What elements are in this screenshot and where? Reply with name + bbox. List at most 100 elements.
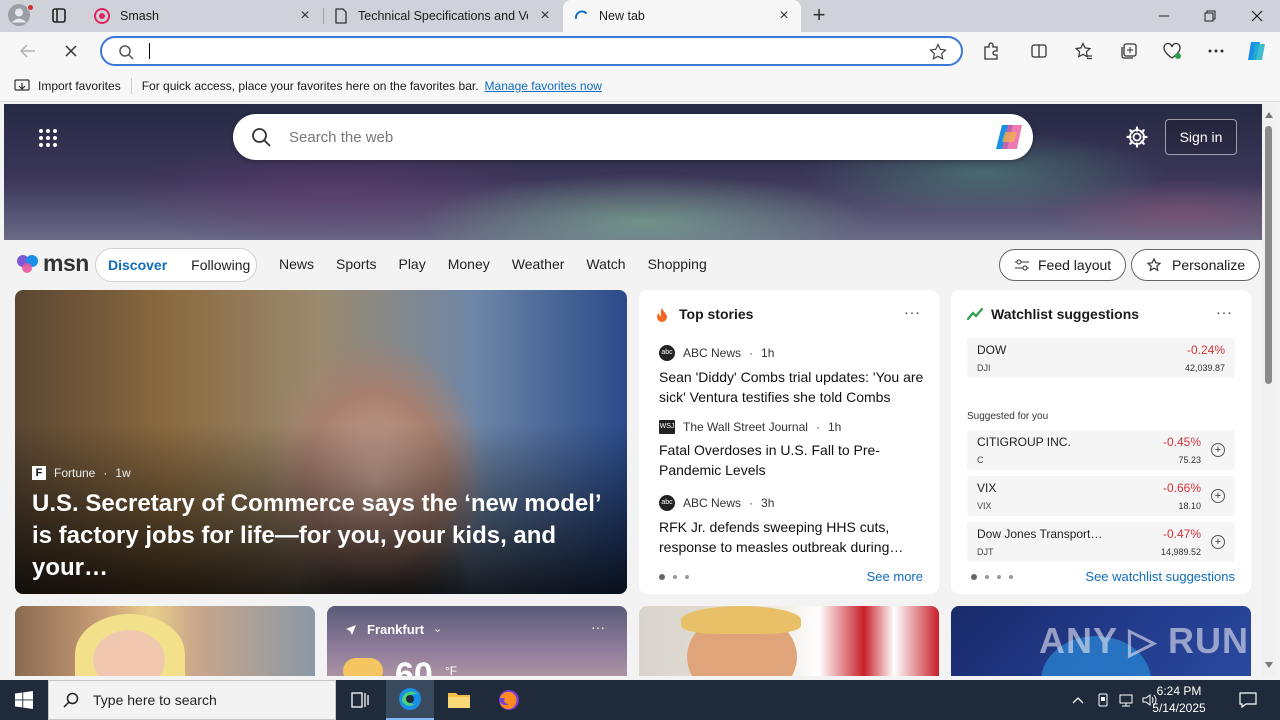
carousel-pagination[interactable]: [659, 574, 689, 580]
profile-button[interactable]: [8, 4, 34, 28]
search-icon: [252, 128, 271, 147]
gear-icon[interactable]: [1125, 125, 1149, 149]
weather-more-button[interactable]: ···: [591, 619, 605, 635]
close-window-button[interactable]: [1234, 0, 1280, 32]
watchlist-more-button[interactable]: ···: [1216, 304, 1233, 320]
heart-pulse-icon: [1163, 42, 1181, 59]
nav-play[interactable]: Play: [398, 256, 425, 272]
close-tab-icon[interactable]: ×: [777, 8, 791, 24]
story-item[interactable]: WSJ The Wall Street Journal · 1h Fatal O…: [659, 420, 929, 480]
scroll-down-arrow[interactable]: [1265, 662, 1273, 668]
stop-loading-button[interactable]: [57, 38, 85, 64]
split-screen-icon: [1031, 44, 1047, 58]
feed-layout-label: Feed layout: [1038, 257, 1112, 273]
watchlist-row-dow[interactable]: DOW DJI -0.24% 42,039.87: [967, 338, 1235, 378]
new-tab-button[interactable]: +: [808, 4, 830, 27]
app-launcher-icon[interactable]: [38, 128, 58, 148]
close-icon: [65, 45, 77, 57]
import-favorites-button[interactable]: Import favorites: [14, 79, 121, 93]
restore-button[interactable]: [1187, 0, 1233, 32]
story-item[interactable]: abc ABC News · 1h Sean 'Diddy' Combs tri…: [659, 345, 929, 407]
taskbar-firefox[interactable]: [485, 680, 533, 720]
chevron-down-icon[interactable]: ⌄: [433, 622, 442, 635]
story-card-image[interactable]: [639, 606, 939, 676]
taskbar-search-box[interactable]: Type here to search: [48, 680, 336, 720]
favorites-button[interactable]: [1072, 39, 1096, 63]
show-hidden-icons-button[interactable]: [1068, 680, 1088, 720]
windows-taskbar: Type here to search 6:24 PM 5/14/2025: [0, 680, 1280, 720]
task-view-button[interactable]: [336, 680, 384, 720]
taskbar-clock[interactable]: 6:24 PM 5/14/2025: [1130, 683, 1228, 717]
settings-and-more-button[interactable]: [1204, 39, 1228, 63]
back-button[interactable]: [14, 38, 42, 64]
nav-weather[interactable]: Weather: [512, 256, 565, 272]
add-to-watchlist-icon[interactable]: +: [1211, 535, 1225, 549]
watchlist-row-suggested[interactable]: Dow Jones Transport… DJT -0.47% 14,989.5…: [967, 522, 1235, 562]
taskbar-file-explorer[interactable]: [435, 680, 483, 720]
story-item[interactable]: abc ABC News · 3h RFK Jr. defends sweepi…: [659, 495, 929, 557]
nav-news[interactable]: News: [279, 256, 314, 272]
watchlist-row-suggested[interactable]: VIX VIX -0.66% 18.10 +: [967, 476, 1235, 516]
weather-card[interactable]: Frankfurt ⌄ ··· 60 °F: [327, 606, 627, 676]
msn-logo[interactable]: msn: [16, 250, 89, 277]
see-more-link[interactable]: See more: [867, 569, 923, 584]
address-bar[interactable]: [100, 36, 963, 66]
tab-new-tab[interactable]: New tab ×: [563, 0, 801, 32]
divider: [130, 77, 132, 94]
sign-in-button[interactable]: Sign in: [1165, 119, 1237, 155]
scrollbar-thumb[interactable]: [1265, 126, 1272, 384]
tab-discover[interactable]: Discover: [96, 257, 179, 273]
copilot-icon[interactable]: [993, 122, 1025, 152]
featured-headline[interactable]: U.S. Secretary of Commerce says the ‘new…: [32, 488, 612, 584]
watchlist-row-suggested[interactable]: CITIGROUP INC. C -0.45% 75.23 +: [967, 430, 1235, 470]
firefox-icon: [499, 690, 519, 710]
start-button[interactable]: [0, 680, 48, 720]
see-watchlist-suggestions-link[interactable]: See watchlist suggestions: [1085, 569, 1235, 584]
feed-layout-button[interactable]: Feed layout: [999, 249, 1127, 281]
scroll-up-arrow[interactable]: [1265, 112, 1273, 118]
personalize-button[interactable]: Personalize: [1131, 249, 1261, 281]
minimize-button[interactable]: [1141, 0, 1187, 32]
nav-money[interactable]: Money: [448, 256, 490, 272]
story-card-image[interactable]: [15, 606, 315, 676]
add-to-watchlist-icon[interactable]: +: [1211, 489, 1225, 503]
flame-icon: [657, 308, 667, 322]
carousel-pagination[interactable]: [971, 574, 1013, 580]
dot-separator: ·: [103, 466, 108, 480]
featured-story-card[interactable]: F Fortune · 1w U.S. Secretary of Commerc…: [15, 290, 627, 594]
nav-shopping[interactable]: Shopping: [648, 256, 707, 272]
collections-button[interactable]: [1117, 39, 1141, 63]
star-icon[interactable]: [929, 43, 947, 61]
nav-watch[interactable]: Watch: [586, 256, 625, 272]
stock-symbol: DJT: [977, 547, 994, 557]
page-scrollbar[interactable]: [1262, 104, 1276, 676]
tab-technical-specifications[interactable]: Technical Specifications and Ven ×: [324, 0, 562, 32]
story-age: 1h: [761, 346, 775, 360]
taskbar-edge[interactable]: [386, 680, 434, 720]
minimize-icon: [1159, 15, 1169, 17]
split-screen-button[interactable]: [1027, 39, 1051, 63]
manage-favorites-link[interactable]: Manage favorites now: [485, 79, 602, 93]
notifications-button[interactable]: [1234, 680, 1262, 720]
browser-essentials-button[interactable]: [1160, 39, 1184, 63]
close-tab-icon[interactable]: ×: [538, 8, 552, 24]
search-icon: [63, 692, 79, 708]
tab-smash[interactable]: Smash ×: [84, 0, 322, 32]
web-search-box[interactable]: Search the web: [233, 114, 1033, 160]
story-headline: RFK Jr. defends sweeping HHS cuts, respo…: [659, 519, 904, 555]
tray-device-icon[interactable]: [1093, 680, 1113, 720]
stock-name: DOW: [977, 343, 1007, 357]
copilot-button[interactable]: [1245, 39, 1269, 63]
tab-actions-button[interactable]: [48, 6, 70, 26]
tab-following[interactable]: Following: [179, 257, 262, 273]
weather-location[interactable]: Frankfurt: [367, 622, 424, 637]
story-card-image[interactable]: ANY ▷ RUN: [951, 606, 1251, 676]
folder-icon: [448, 693, 470, 708]
nav-sports[interactable]: Sports: [336, 256, 376, 272]
add-to-watchlist-icon[interactable]: +: [1211, 443, 1225, 457]
story-source: ABC News: [683, 496, 742, 510]
top-stories-more-button[interactable]: ···: [904, 304, 921, 320]
story-headline: Sean 'Diddy' Combs trial updates: 'You a…: [659, 369, 924, 405]
close-tab-icon[interactable]: ×: [298, 8, 312, 24]
extensions-button[interactable]: [979, 39, 1003, 63]
